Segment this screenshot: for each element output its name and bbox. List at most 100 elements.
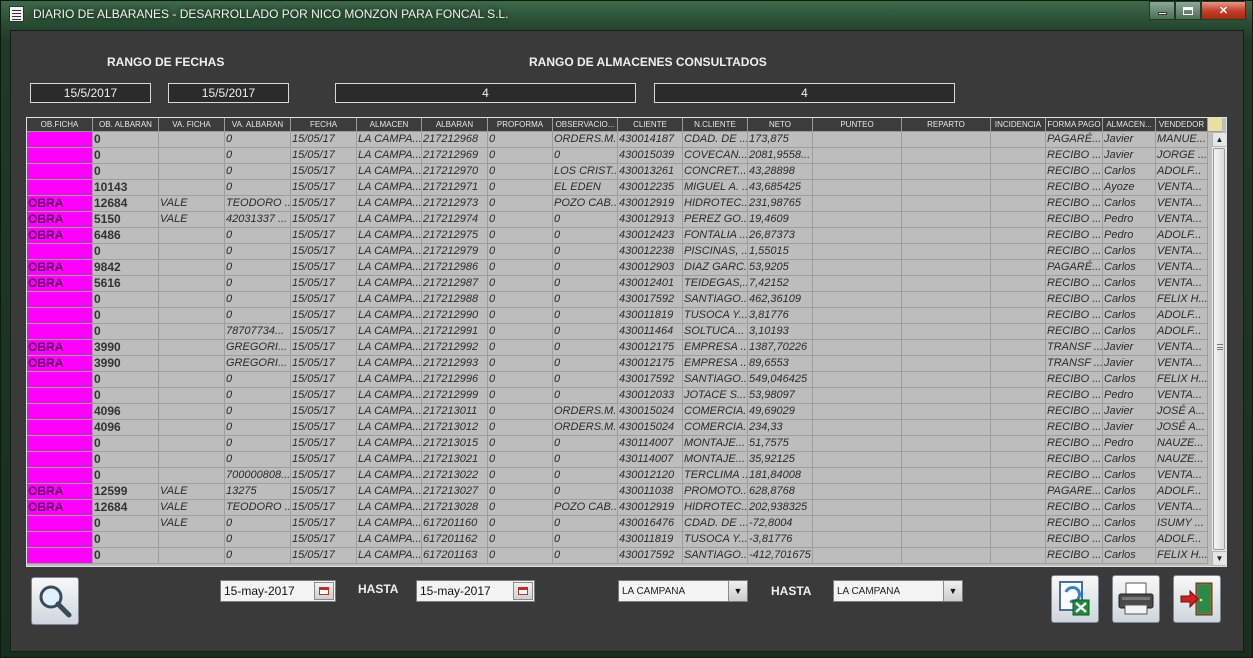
table-cell[interactable]: 217212993 — [422, 356, 488, 372]
table-cell[interactable] — [902, 292, 991, 308]
table-cell[interactable]: RECIBO ... — [1046, 148, 1103, 164]
table-cell[interactable]: ADOLF... — [1156, 532, 1208, 548]
table-cell[interactable]: 15/05/17 — [291, 228, 357, 244]
table-cell[interactable] — [159, 148, 225, 164]
table-cell[interactable]: 51,7575 — [748, 436, 813, 452]
table-cell[interactable]: 0 — [93, 436, 159, 452]
table-cell[interactable] — [27, 468, 93, 484]
table-cell[interactable]: 0 — [93, 164, 159, 180]
table-cell[interactable]: 0 — [225, 436, 291, 452]
table-cell[interactable]: Carlos — [1103, 372, 1156, 388]
table-cell[interactable]: VALE — [159, 212, 225, 228]
table-cell[interactable] — [902, 324, 991, 340]
table-cell[interactable]: 19,4609 — [748, 212, 813, 228]
table-cell[interactable]: OBRA — [27, 212, 93, 228]
table-cell[interactable] — [902, 372, 991, 388]
table-cell[interactable]: 0 — [93, 548, 159, 564]
table-cell[interactable]: OBRA — [27, 260, 93, 276]
table-cell[interactable] — [159, 452, 225, 468]
table-row[interactable]: 0 0 15/05/17 LA CAMPA... 617201163 0 0 43001759… — [27, 548, 1211, 564]
table-cell[interactable]: PAGARE... — [1046, 484, 1103, 500]
table-cell[interactable]: 217212979 — [422, 244, 488, 260]
table-cell[interactable]: 0 — [488, 244, 553, 260]
table-row[interactable]: 0 0 15/05/17 LA CAMPA... 217213021 0 0 43011400… — [27, 452, 1211, 468]
column-header[interactable]: VENDEDOR — [1156, 118, 1208, 132]
table-cell[interactable]: TERCLIMA ... — [683, 468, 748, 484]
column-header[interactable]: FORMA PAGO — [1046, 118, 1103, 132]
column-header[interactable]: CLIENTE — [618, 118, 683, 132]
table-cell[interactable] — [27, 164, 93, 180]
table-cell[interactable]: LA CAMPA... — [357, 436, 422, 452]
table-cell[interactable]: 15/05/17 — [291, 148, 357, 164]
table-cell[interactable]: POZO CAB... — [553, 196, 618, 212]
table-cell[interactable]: TRANSF ... — [1046, 356, 1103, 372]
table-cell[interactable]: 15/05/17 — [291, 500, 357, 516]
table-cell[interactable] — [813, 468, 902, 484]
table-cell[interactable] — [27, 148, 93, 164]
column-header[interactable]: OBSERVACIO... — [553, 118, 618, 132]
table-cell[interactable]: MONTAJE... — [683, 452, 748, 468]
table-cell[interactable] — [159, 404, 225, 420]
table-cell[interactable]: LA CAMPA... — [357, 340, 422, 356]
table-cell[interactable] — [902, 132, 991, 148]
table-cell[interactable] — [813, 180, 902, 196]
table-cell[interactable]: LA CAMPA... — [357, 516, 422, 532]
table-cell[interactable]: VALE — [159, 500, 225, 516]
table-row[interactable]: OBRA 12684 VALE TEODORO ... 15/05/17 LA CAMPA… — [27, 500, 1211, 516]
table-cell[interactable]: 430012175 — [618, 340, 683, 356]
table-cell[interactable] — [991, 372, 1046, 388]
table-cell[interactable]: LA CAMPA... — [357, 548, 422, 564]
table-cell[interactable]: Javier — [1103, 356, 1156, 372]
table-cell[interactable] — [27, 324, 93, 340]
dropdown-button[interactable]: ▼ — [728, 581, 747, 601]
table-cell[interactable]: Pedro — [1103, 436, 1156, 452]
table-cell[interactable]: LA CAMPA... — [357, 132, 422, 148]
table-cell[interactable] — [991, 516, 1046, 532]
table-cell[interactable]: 430015024 — [618, 420, 683, 436]
table-cell[interactable]: 0 — [488, 276, 553, 292]
table-cell[interactable]: 430012120 — [618, 468, 683, 484]
table-row[interactable]: OBRA 12599 VALE 13275 15/05/17 LA CAMPA... 217… — [27, 484, 1211, 500]
table-cell[interactable]: VALE — [159, 196, 225, 212]
table-cell[interactable]: RECIBO ... — [1046, 532, 1103, 548]
table-cell[interactable]: LA CAMPA... — [357, 372, 422, 388]
table-cell[interactable]: 217212986 — [422, 260, 488, 276]
table-row[interactable]: OBRA 3990 GREGORI... 15/05/17 LA CAMPA... 217… — [27, 356, 1211, 372]
table-cell[interactable] — [902, 340, 991, 356]
table-cell[interactable]: LA CAMPA... — [357, 356, 422, 372]
table-cell[interactable]: 217212974 — [422, 212, 488, 228]
table-row[interactable]: 0 0 15/05/17 LA CAMPA... 217212999 0 0 43001203… — [27, 388, 1211, 404]
table-cell[interactable]: 9842 — [93, 260, 159, 276]
table-cell[interactable]: LA CAMPA... — [357, 308, 422, 324]
table-cell[interactable]: 0 — [488, 468, 553, 484]
table-row[interactable]: 0 0 15/05/17 LA CAMPA... 217212969 0 0 43001503… — [27, 148, 1211, 164]
table-cell[interactable]: Carlos — [1103, 516, 1156, 532]
table-cell[interactable]: 0 — [488, 196, 553, 212]
table-cell[interactable]: 430015039 — [618, 148, 683, 164]
table-cell[interactable]: RECIBO ... — [1046, 468, 1103, 484]
table-cell[interactable] — [991, 484, 1046, 500]
table-cell[interactable]: 0 — [553, 228, 618, 244]
table-cell[interactable]: 217213022 — [422, 468, 488, 484]
table-cell[interactable] — [813, 548, 902, 564]
table-cell[interactable]: 49,69029 — [748, 404, 813, 420]
table-cell[interactable]: Pedro — [1103, 388, 1156, 404]
table-cell[interactable] — [27, 132, 93, 148]
table-cell[interactable] — [902, 468, 991, 484]
table-cell[interactable]: 4096 — [93, 404, 159, 420]
table-cell[interactable]: 53,9205 — [748, 260, 813, 276]
column-header[interactable]: N.CLIENTE — [683, 118, 748, 132]
table-row[interactable]: 0 78707734... 15/05/17 LA CAMPA... 217212991… — [27, 324, 1211, 340]
table-cell[interactable]: 0 — [553, 372, 618, 388]
table-cell[interactable]: 217213015 — [422, 436, 488, 452]
table-cell[interactable]: MIGUEL A. ... — [683, 180, 748, 196]
table-cell[interactable]: GREGORI... — [225, 356, 291, 372]
table-cell[interactable]: 0 — [488, 388, 553, 404]
table-cell[interactable]: 15/05/17 — [291, 372, 357, 388]
column-header[interactable]: PROFORMA — [488, 118, 553, 132]
table-cell[interactable] — [902, 228, 991, 244]
table-cell[interactable]: LA CAMPA... — [357, 244, 422, 260]
table-cell[interactable] — [991, 164, 1046, 180]
table-cell[interactable]: VENTA... — [1156, 500, 1208, 516]
table-cell[interactable]: 0 — [488, 548, 553, 564]
